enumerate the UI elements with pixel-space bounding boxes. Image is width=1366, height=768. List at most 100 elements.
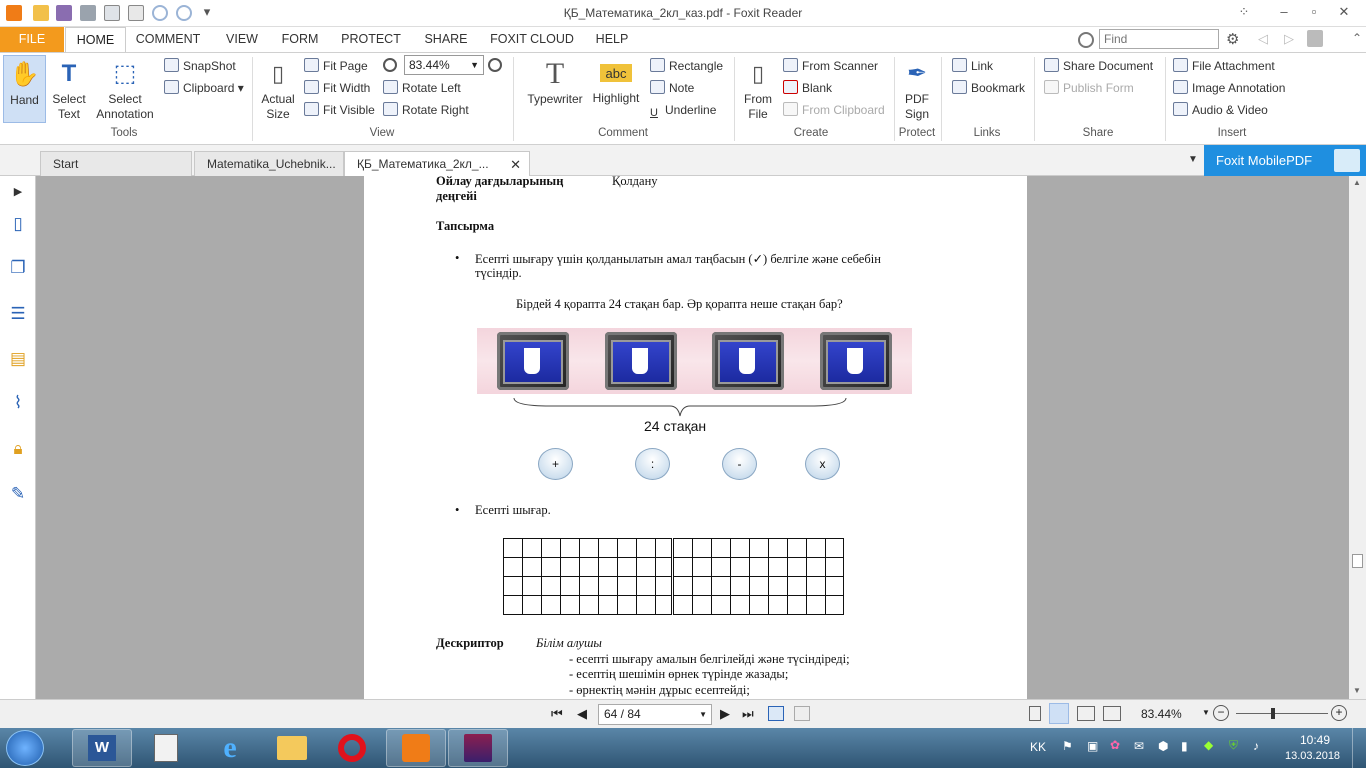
zoom-out-button[interactable]: −: [1213, 705, 1229, 721]
rotate-left-button[interactable]: Rotate Left: [383, 79, 461, 97]
bookmark-button[interactable]: Bookmark: [952, 79, 1025, 97]
previous-page-icon[interactable]: ◀: [577, 706, 587, 722]
tab-view[interactable]: VIEW: [220, 27, 264, 52]
first-page-icon[interactable]: ⏮: [551, 706, 563, 722]
doc-tab-start[interactable]: Start: [40, 151, 192, 176]
calculator-taskbar-icon[interactable]: [136, 729, 196, 767]
audio-video-button[interactable]: Audio & Video: [1173, 101, 1268, 119]
close-tab-icon[interactable]: ✕: [510, 152, 521, 177]
pdf-sign-button[interactable]: ✒ PDF Sign: [898, 55, 936, 122]
publish-form-button[interactable]: Publish Form: [1044, 79, 1134, 97]
close-button[interactable]: ✕: [1333, 3, 1355, 21]
rotate-right-button[interactable]: Rotate Right: [383, 101, 469, 119]
show-desktop-button[interactable]: [1352, 728, 1366, 768]
forward-icon[interactable]: ▷: [1284, 31, 1294, 47]
actual-size-button[interactable]: ▯ Actual Size: [258, 55, 298, 122]
tray-app-icon[interactable]: ⬢: [1158, 739, 1168, 753]
underline-button[interactable]: U Underline: [650, 101, 716, 119]
zoom-percentage[interactable]: 83.44%: [1141, 707, 1182, 721]
note-button[interactable]: Note: [650, 79, 694, 97]
scroll-thumb[interactable]: [1352, 554, 1363, 568]
zoom-in-icon[interactable]: [488, 58, 502, 72]
signatures-icon[interactable]: ✎: [7, 483, 29, 505]
from-clipboard-button[interactable]: From Clipboard: [783, 101, 885, 119]
expand-panel-icon[interactable]: ▶: [7, 180, 29, 202]
word-taskbar-icon[interactable]: W: [72, 729, 132, 767]
previous-view-icon[interactable]: [768, 706, 784, 721]
internet-explorer-taskbar-icon[interactable]: e: [200, 729, 260, 767]
search-icon[interactable]: [1078, 32, 1094, 48]
search-input[interactable]: [1099, 29, 1219, 49]
last-page-icon[interactable]: ⏭: [742, 706, 754, 722]
clock-time[interactable]: 10:49: [1300, 733, 1330, 747]
minimize-button[interactable]: –: [1273, 3, 1295, 21]
opera-taskbar-icon[interactable]: [322, 729, 382, 767]
tray-app-icon[interactable]: ▣: [1087, 739, 1098, 753]
image-annotation-button[interactable]: Image Annotation: [1173, 79, 1285, 97]
share-document-button[interactable]: Share Document: [1044, 57, 1153, 75]
clipboard-button[interactable]: Clipboard ▾: [164, 79, 244, 97]
winrar-taskbar-icon[interactable]: [448, 729, 508, 767]
from-scanner-button[interactable]: From Scanner: [783, 57, 878, 75]
volume-icon[interactable]: ♪: [1253, 739, 1259, 753]
pages-icon[interactable]: ❐: [7, 257, 29, 279]
link-button[interactable]: Link: [952, 57, 993, 75]
settings-icon[interactable]: ⚙: [1226, 30, 1239, 48]
rectangle-button[interactable]: Rectangle: [650, 57, 723, 75]
collapse-ribbon-icon[interactable]: ⌃: [1352, 31, 1362, 45]
zoom-select[interactable]: 83.44% ▼: [404, 55, 484, 75]
tab-home[interactable]: HOME: [65, 27, 126, 52]
language-indicator[interactable]: KK: [1030, 740, 1046, 754]
from-file-button[interactable]: ▯ From File: [740, 55, 776, 122]
layers-icon[interactable]: ☰: [7, 303, 29, 325]
explorer-taskbar-icon[interactable]: [262, 729, 322, 767]
file-attachment-button[interactable]: File Attachment: [1173, 57, 1275, 75]
page-number-field[interactable]: 64 / 84 ▼: [598, 704, 712, 725]
battery-icon[interactable]: ▮: [1181, 739, 1188, 753]
operator-minus-button[interactable]: -: [722, 448, 757, 480]
blank-button[interactable]: Blank: [783, 79, 832, 97]
doc-tab-active[interactable]: ҚБ_Математика_2кл_... ✕: [344, 151, 530, 176]
continuous-facing-icon[interactable]: [1103, 706, 1121, 721]
foxit-mobilepdf-banner[interactable]: Foxit MobilePDF: [1204, 145, 1366, 176]
hand-button[interactable]: ✋ Hand: [3, 55, 46, 123]
tab-comment[interactable]: COMMENT: [130, 27, 206, 52]
action-center-icon[interactable]: ⚑: [1062, 739, 1073, 753]
foxit-taskbar-icon[interactable]: [386, 729, 446, 767]
zoom-slider[interactable]: [1236, 713, 1328, 714]
scroll-down-icon[interactable]: ▼: [1353, 686, 1361, 695]
tab-file[interactable]: FILE: [0, 27, 64, 52]
highlight-button[interactable]: abc Highlight: [590, 55, 642, 106]
back-icon[interactable]: ◁: [1258, 31, 1268, 47]
user-icon[interactable]: [1307, 30, 1323, 47]
doc-tab-uchebnik[interactable]: Matematika_Uchebnik...: [194, 151, 344, 176]
attachments-icon[interactable]: ⌇: [7, 392, 29, 414]
tab-share[interactable]: SHARE: [420, 27, 472, 52]
clock-date[interactable]: 13.03.2018: [1285, 750, 1340, 762]
tab-form[interactable]: FORM: [278, 27, 322, 52]
zoom-menu-icon[interactable]: ▼: [1202, 708, 1210, 717]
tab-foxit-cloud[interactable]: FOXIT CLOUD: [486, 27, 578, 52]
single-page-icon[interactable]: [1029, 706, 1041, 721]
zoom-in-button[interactable]: +: [1331, 705, 1347, 721]
select-annotation-button[interactable]: ⬚ Select Annotation: [92, 55, 158, 122]
continuous-page-icon[interactable]: [1049, 703, 1069, 724]
operator-multiply-button[interactable]: x: [805, 448, 840, 480]
operator-divide-button[interactable]: :: [635, 448, 670, 480]
page-thumbnails-icon[interactable]: ▯: [7, 213, 29, 235]
zoom-out-icon[interactable]: [383, 58, 397, 72]
maximize-button[interactable]: ▫: [1303, 3, 1325, 21]
security-icon[interactable]: 🔒︎: [7, 438, 29, 460]
snapshot-button[interactable]: SnapShot: [164, 57, 236, 75]
tab-protect[interactable]: PROTECT: [336, 27, 406, 52]
fit-page-button[interactable]: Fit Page: [304, 57, 368, 75]
tray-app-icon[interactable]: ✉: [1134, 739, 1144, 753]
zoom-slider-thumb[interactable]: [1271, 708, 1275, 719]
comments-icon[interactable]: ▤: [7, 348, 29, 370]
tab-help[interactable]: HELP: [590, 27, 634, 52]
operator-plus-button[interactable]: +: [538, 448, 573, 480]
typewriter-button[interactable]: T Typewriter: [522, 55, 588, 107]
select-text-button[interactable]: T Select Text: [48, 55, 90, 122]
next-view-icon[interactable]: [794, 706, 810, 721]
restore-ribbon-icon[interactable]: ⁘: [1233, 3, 1255, 21]
